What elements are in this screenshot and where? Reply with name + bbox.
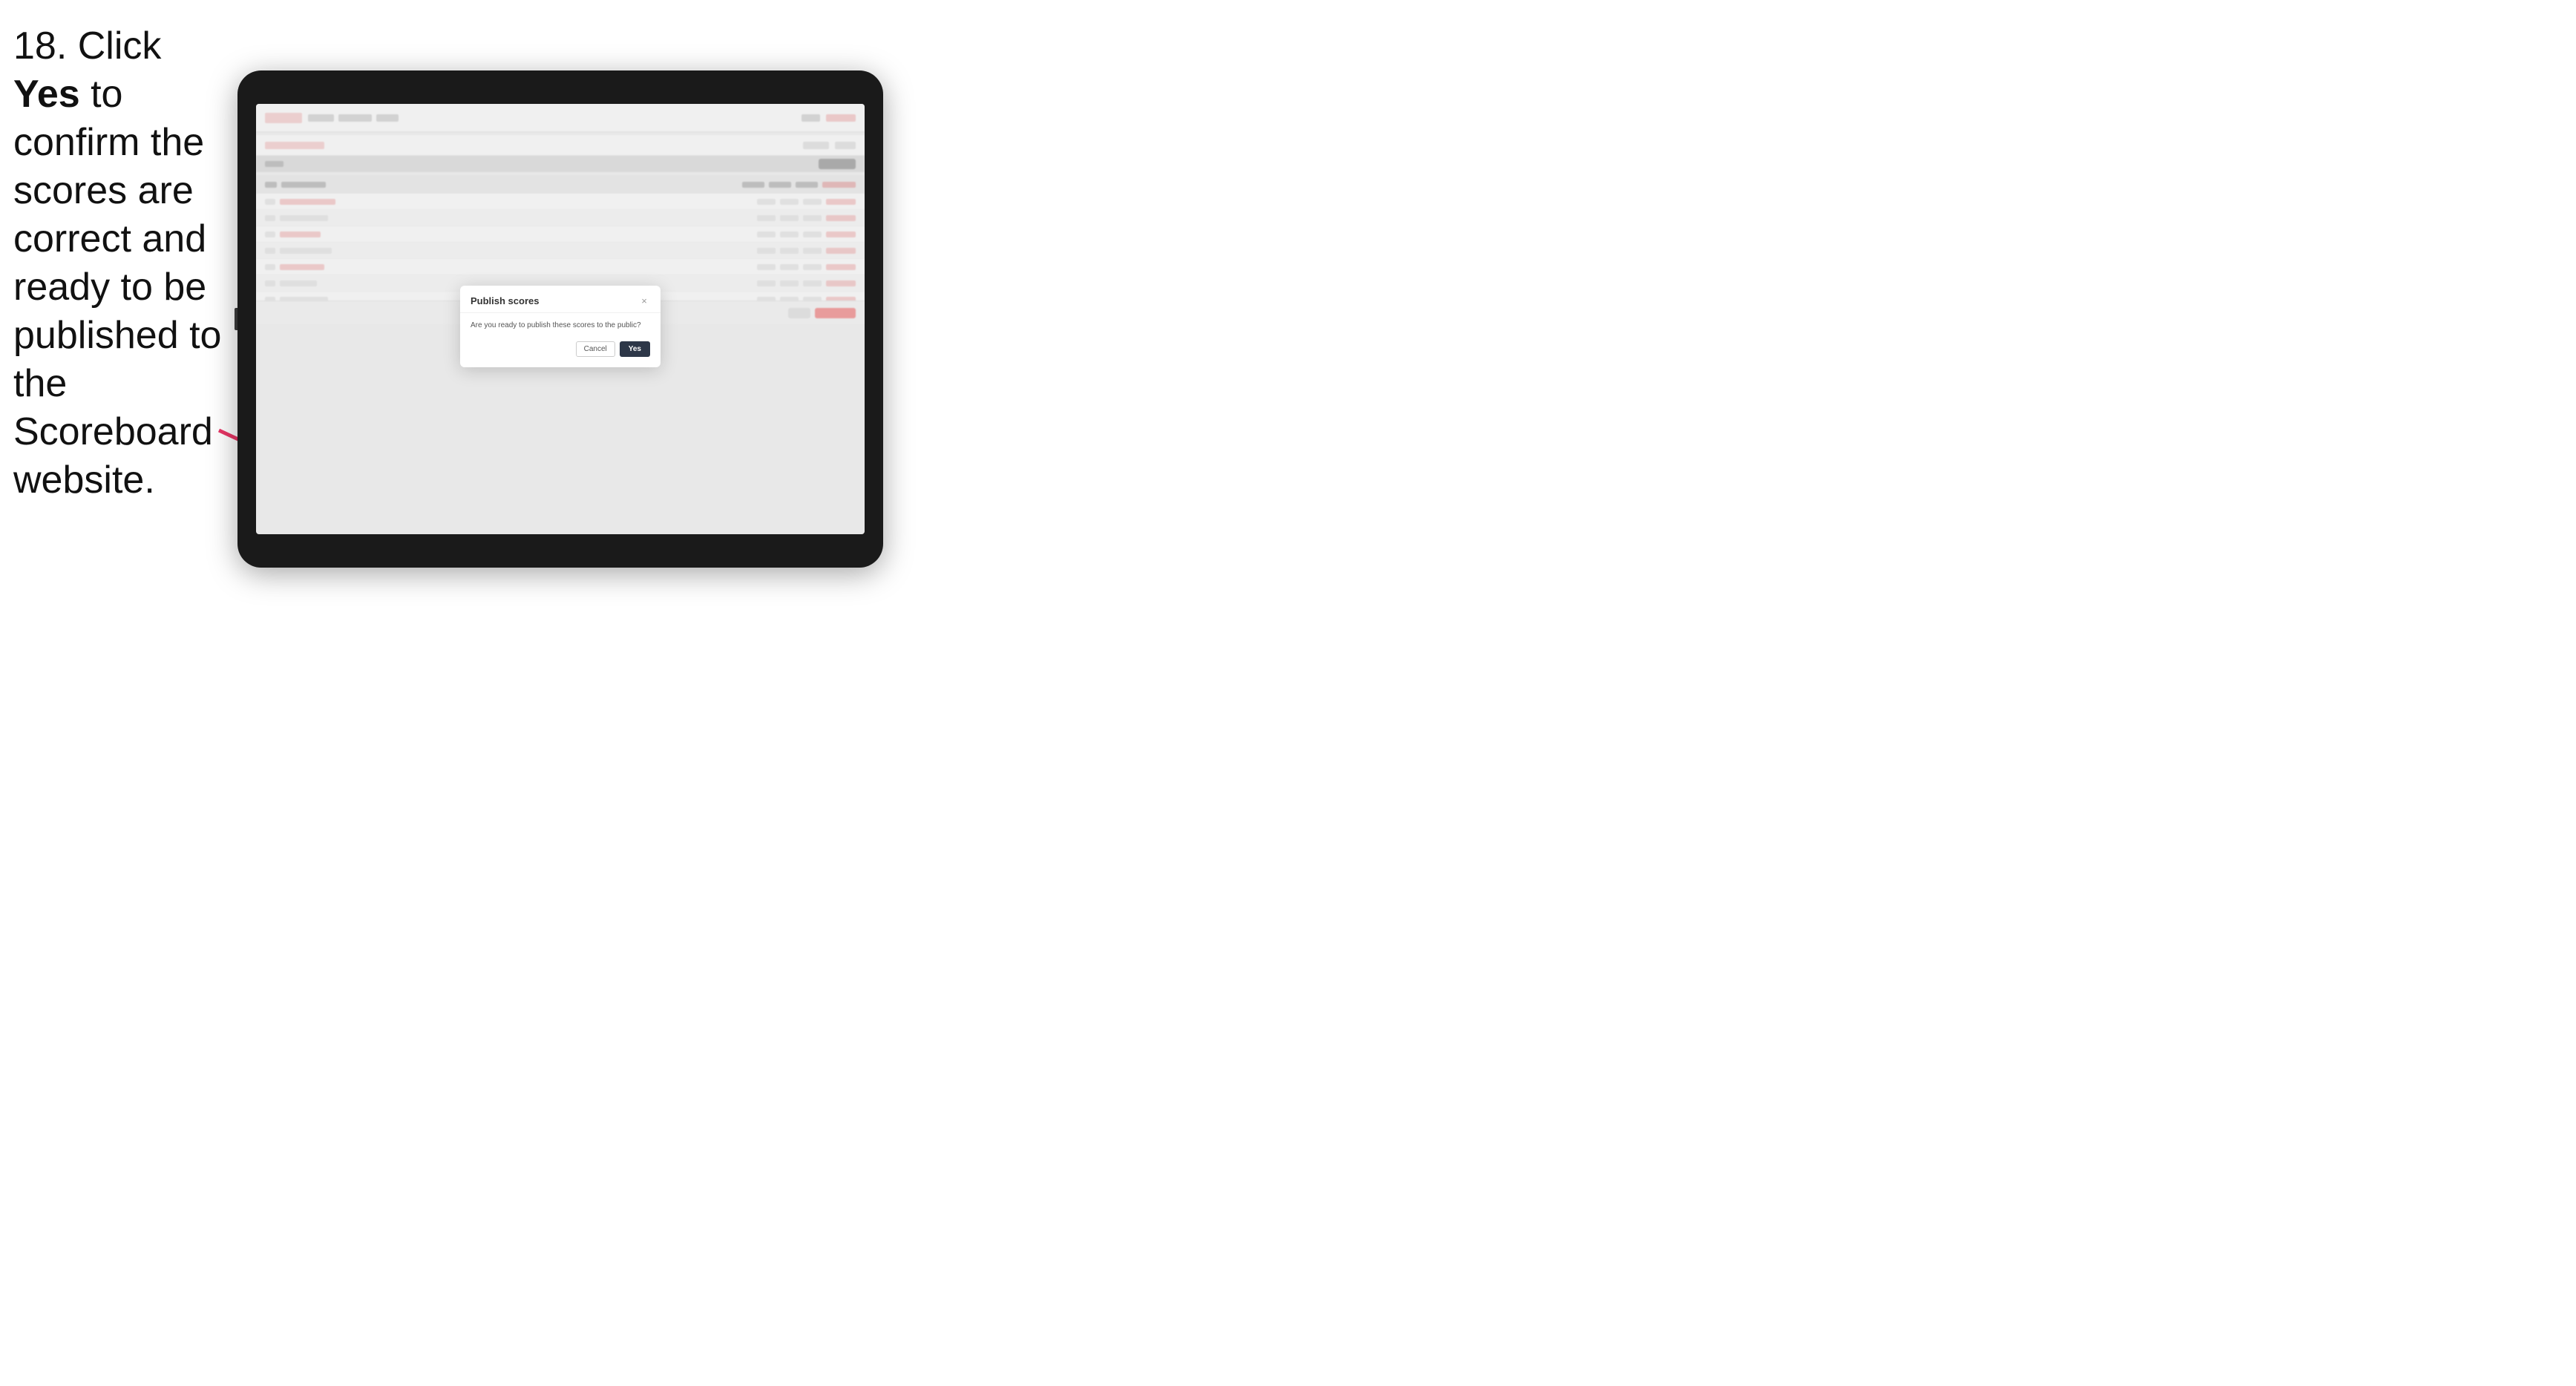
close-icon[interactable]: × — [638, 295, 650, 306]
step-number: 18. — [13, 24, 67, 68]
dialog-message: Are you ready to publish these scores to… — [471, 321, 650, 331]
instruction-suffix: to confirm the scores are correct and re… — [13, 73, 221, 502]
instruction-bold: Yes — [13, 73, 80, 116]
dialog-title: Publish scores — [471, 295, 539, 306]
yes-button[interactable]: Yes — [620, 341, 650, 357]
instruction-text: 18. Click Yes to confirm the scores are … — [13, 22, 232, 505]
dialog-body: Are you ready to publish these scores to… — [460, 313, 661, 367]
dialog-overlay: Publish scores × Are you ready to publis… — [256, 104, 865, 534]
dialog-header: Publish scores × — [460, 286, 661, 313]
publish-scores-dialog: Publish scores × Are you ready to publis… — [460, 286, 661, 367]
tablet-screen: Publish scores × Are you ready to publis… — [256, 104, 865, 534]
tablet-device: Publish scores × Are you ready to publis… — [237, 70, 883, 568]
dialog-footer: Cancel Yes — [471, 341, 650, 357]
cancel-button[interactable]: Cancel — [576, 341, 615, 357]
tablet-side-button — [235, 308, 237, 330]
instruction-prefix: Click — [78, 24, 162, 68]
